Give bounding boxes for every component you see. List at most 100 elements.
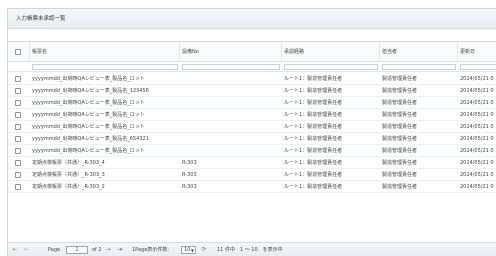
cell-doc-no [180,97,282,108]
cell-person: 製造管理責任者 [382,100,418,106]
row-checkbox[interactable] [15,124,21,130]
row-select-cell [8,145,30,156]
row-checkbox[interactable] [15,100,21,106]
cell-date: 2024/05/21 0 [460,88,494,94]
cell-person: 製造管理責任者 [382,136,418,142]
filter-name-input[interactable] [32,64,178,70]
cell-person: 製造管理責任者 [382,88,418,94]
next-page-icon[interactable]: ⇢ [104,246,112,254]
cell-name: yyyymmdd_出荷時QAレビュー表_製品名_654321 [32,136,149,142]
last-page-icon[interactable]: ⇥ [116,246,124,254]
table-row[interactable]: yyyymmdd_出荷時QAレビュー表_製品名_654321 ルート1：製造管理責… [8,133,496,145]
cell-name: yyyymmdd_出荷時QAレビュー表_製品名_ロット [32,112,145,118]
unapproved-forms-panel: 入力帳票未承認一覧 帳票名 設備No 承認経路 担当者 更新日 yyyymmdd… [7,8,496,256]
cell-person: 製造管理責任者 [382,160,418,166]
cell-date: 2024/05/21 0 [460,136,494,142]
row-select-cell [8,85,30,96]
row-checkbox[interactable] [15,184,21,190]
cell-date: 2024/05/21 0 [460,148,494,154]
forms-grid: 帳票名 設備No 承認経路 担当者 更新日 yyyymmdd_出荷時QAレビュー… [8,41,496,241]
row-checkbox[interactable] [15,172,21,178]
cell-name: yyyymmdd_出荷時QAレビュー表_製品名_123456 [32,88,149,94]
table-row[interactable]: yyyymmdd_出荷時QAレビュー表_製品名_ロット ルート1：製造管理責任者 製… [8,73,496,85]
row-select-cell [8,121,30,132]
cell-route: ルート1：製造管理責任者 [284,112,343,118]
cell-date: 2024/05/21 0 [460,184,494,190]
filter-person-input[interactable] [382,64,456,70]
row-checkbox[interactable] [15,160,21,166]
page-input[interactable]: 1 [66,246,88,254]
refresh-icon[interactable]: ⟳ [200,246,208,254]
cell-route: ルート1：製造管理責任者 [284,136,343,142]
chevron-down-icon: ▼ [190,248,194,253]
cell-name: 定期点検帳票（共通）_R-303_2 [32,184,105,190]
cell-route: ルート1：製造管理責任者 [284,76,343,82]
cell-route: ルート1：製造管理責任者 [284,148,343,154]
row-checkbox[interactable] [15,76,21,82]
cell-person: 製造管理責任者 [382,76,418,82]
row-checkbox[interactable] [15,112,21,118]
pager: ⇤ ⇠ Page 1 of 2 ⇢ ⇥ 1Page表示件数: 10 ▼ ⟳ 11 … [8,242,496,256]
page-of-label: of 2 [92,247,102,253]
table-row[interactable]: yyyymmdd_出荷時QAレビュー表_製品名_ロット ルート1：製造管理責任者 製… [8,145,496,157]
table-row[interactable]: yyyymmdd_出荷時QAレビュー表_製品名_ロット ルート1：製造管理責任者 製… [8,121,496,133]
table-row[interactable]: yyyymmdd_出荷時QAレビュー表_製品名_123456 ルート1：製造管理責… [8,85,496,97]
cell-doc-no [180,145,282,156]
column-header-date[interactable]: 更新日 [458,42,496,61]
cell-date: 2024/05/21 0 [460,112,494,118]
cell-date: 2024/05/21 0 [460,124,494,130]
cell-name: yyyymmdd_出荷時QAレビュー表_製品名_ロット [32,76,145,82]
cell-doc-no [180,73,282,84]
cell-route: ルート1：製造管理責任者 [284,88,343,94]
cell-name: 定期点検帳票（共通）_R-303_4 [32,160,105,166]
cell-doc-no: R-303 [182,184,197,190]
per-page-select[interactable]: 10 ▼ [181,246,196,254]
table-row[interactable]: 定期点検帳票（共通）_R-303_2 R-303 ルート1：製造管理責任者 製造管理責… [8,181,496,193]
table-row[interactable]: yyyymmdd_出荷時QAレビュー表_製品名_ロット ルート1：製造管理責任者 製… [8,109,496,121]
column-header-person[interactable]: 担当者 [380,42,458,61]
filter-doc-no-input[interactable] [182,64,280,70]
table-row[interactable]: yyyymmdd_出荷時QAレビュー表_製品名_ロット ルート1：製造管理責任者 製… [8,97,496,109]
table-row[interactable]: 定期点検帳票（共通）_R-303_3 R-303 ルート1：製造管理責任者 製造管理責… [8,169,496,181]
cell-doc-no [180,85,282,96]
cell-person: 製造管理責任者 [382,148,418,154]
per-page-label: 1Page表示件数: [132,247,169,253]
cell-date: 2024/05/21 0 [460,172,494,178]
column-header-name[interactable]: 帳票名 [30,42,180,61]
table-row[interactable]: 定期点検帳票（共通）_R-303_4 R-303 ルート1：製造管理責任者 製造管理責… [8,157,496,169]
row-select-cell [8,169,30,180]
per-page-value: 10 [184,247,191,253]
cell-name: 定期点検帳票（共通）_R-303_3 [32,172,105,178]
cell-person: 製造管理責任者 [382,172,418,178]
filter-date-input[interactable] [460,64,496,70]
column-header-route[interactable]: 承認経路 [282,42,380,61]
panel-title: 入力帳票未承認一覧 [8,9,496,29]
filter-route-input[interactable] [284,64,378,70]
row-select-cell [8,157,30,168]
page-label: Page [48,247,61,253]
row-select-cell [8,109,30,120]
first-page-icon[interactable]: ⇤ [11,246,19,254]
cell-route: ルート1：製造管理責任者 [284,124,343,130]
prev-page-icon[interactable]: ⇠ [23,246,31,254]
cell-name: yyyymmdd_出荷時QAレビュー表_製品名_ロット [32,124,145,130]
row-select-cell [8,181,30,192]
select-all-checkbox[interactable] [15,49,21,55]
row-checkbox[interactable] [15,148,21,154]
row-select-cell [8,133,30,144]
cell-route: ルート1：製造管理責任者 [284,184,343,190]
cell-person: 製造管理責任者 [382,184,418,190]
cell-route: ルート1：製造管理責任者 [284,172,343,178]
row-checkbox[interactable] [15,88,21,94]
cell-date: 2024/05/21 0 [460,100,494,106]
column-header-doc-no[interactable]: 設備No [180,42,282,61]
cell-date: 2024/05/21 0 [460,76,494,82]
filter-row [8,62,496,72]
cell-doc-no [180,121,282,132]
cell-route: ルート1：製造管理責任者 [284,160,343,166]
cell-person: 製造管理責任者 [382,112,418,118]
grid-header: 帳票名 設備No 承認経路 担当者 更新日 [8,42,496,62]
cell-doc-no [180,109,282,120]
row-checkbox[interactable] [15,136,21,142]
cell-name: yyyymmdd_出荷時QAレビュー表_製品名_ロット [32,148,145,154]
